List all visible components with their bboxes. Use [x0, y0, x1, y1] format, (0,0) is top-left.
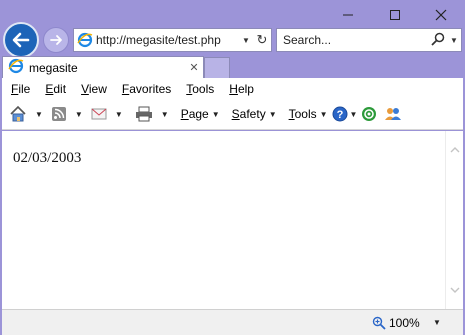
forward-button[interactable] — [43, 27, 69, 53]
minimize-icon — [343, 14, 353, 16]
home-dropdown-icon[interactable]: ▼ — [35, 110, 43, 119]
safety-menu[interactable]: Safety — [232, 107, 266, 121]
search-input[interactable]: Search... — [283, 33, 431, 47]
status-bar: 100% ▼ — [0, 309, 465, 335]
vertical-scrollbar[interactable] — [445, 131, 463, 309]
print-dropdown-icon[interactable]: ▼ — [161, 110, 169, 119]
menu-bar: File Edit View Favorites Tools Help — [0, 78, 465, 99]
forward-arrow-icon — [50, 35, 62, 45]
help-icon[interactable]: ? — [332, 106, 348, 122]
tab-megasite[interactable]: megasite ✕ — [2, 56, 204, 78]
scroll-up-icon[interactable] — [450, 145, 460, 155]
zoom-level: 100% — [389, 316, 420, 330]
menu-file[interactable]: File — [11, 82, 30, 96]
mail-icon[interactable] — [91, 107, 107, 121]
zoom-icon — [372, 316, 386, 330]
close-button[interactable] — [418, 2, 464, 28]
search-dropdown-icon[interactable]: ▼ — [447, 36, 461, 45]
search-box[interactable]: Search... ▼ — [276, 28, 462, 52]
refresh-icon[interactable]: ↻ — [253, 32, 271, 48]
tools-dropdown-icon[interactable]: ▼ — [320, 110, 328, 119]
page-dropdown-icon[interactable]: ▼ — [212, 110, 220, 119]
tab-label: megasite — [29, 60, 78, 75]
feeds-dropdown-icon[interactable]: ▼ — [75, 110, 83, 119]
tools-menu[interactable]: Tools — [289, 107, 317, 121]
scroll-down-icon[interactable] — [450, 285, 460, 295]
page-content: 02/03/2003 — [2, 131, 445, 309]
menu-help[interactable]: Help — [229, 82, 254, 96]
back-button[interactable] — [3, 22, 39, 58]
address-bar[interactable]: http://megasite/test.php ▼ ↻ — [73, 28, 272, 52]
page-menu[interactable]: Page — [181, 107, 209, 121]
window-frame-left — [0, 56, 2, 335]
maximize-button[interactable] — [372, 2, 418, 28]
search-icon[interactable] — [431, 32, 447, 49]
page-date-text: 02/03/2003 — [13, 150, 82, 166]
zoom-control[interactable]: 100% — [372, 316, 420, 330]
address-url[interactable]: http://megasite/test.php — [96, 33, 239, 47]
help-dropdown-icon[interactable]: ▼ — [350, 110, 358, 119]
safety-dropdown-icon[interactable]: ▼ — [269, 110, 277, 119]
zoom-dropdown-icon[interactable]: ▼ — [433, 318, 441, 327]
tab-close-icon[interactable]: ✕ — [185, 61, 203, 74]
command-bar: ▼ ▼ ▼ ▼ Page ▼ Safety ▼ Tools ▼ ? ▼ — [0, 99, 465, 130]
print-icon[interactable] — [135, 106, 153, 122]
ie-logo-icon — [74, 32, 96, 48]
ie-page-icon — [8, 58, 24, 77]
menu-favorites[interactable]: Favorites — [122, 82, 171, 96]
minimize-button[interactable] — [325, 2, 371, 28]
home-icon[interactable] — [9, 105, 27, 123]
messenger-icon[interactable] — [384, 106, 402, 122]
new-tab-button[interactable] — [204, 57, 230, 78]
tab-row: megasite ✕ — [0, 56, 465, 78]
mail-dropdown-icon[interactable]: ▼ — [115, 110, 123, 119]
research-icon[interactable] — [361, 106, 377, 122]
address-dropdown-icon[interactable]: ▼ — [239, 36, 253, 45]
maximize-icon — [390, 10, 400, 20]
menu-view[interactable]: View — [81, 82, 107, 96]
menu-tools[interactable]: Tools — [186, 82, 214, 96]
close-icon — [435, 9, 447, 21]
svg-text:?: ? — [336, 109, 343, 121]
back-arrow-icon — [12, 32, 30, 48]
menu-edit[interactable]: Edit — [45, 82, 66, 96]
feeds-icon[interactable] — [51, 106, 67, 122]
